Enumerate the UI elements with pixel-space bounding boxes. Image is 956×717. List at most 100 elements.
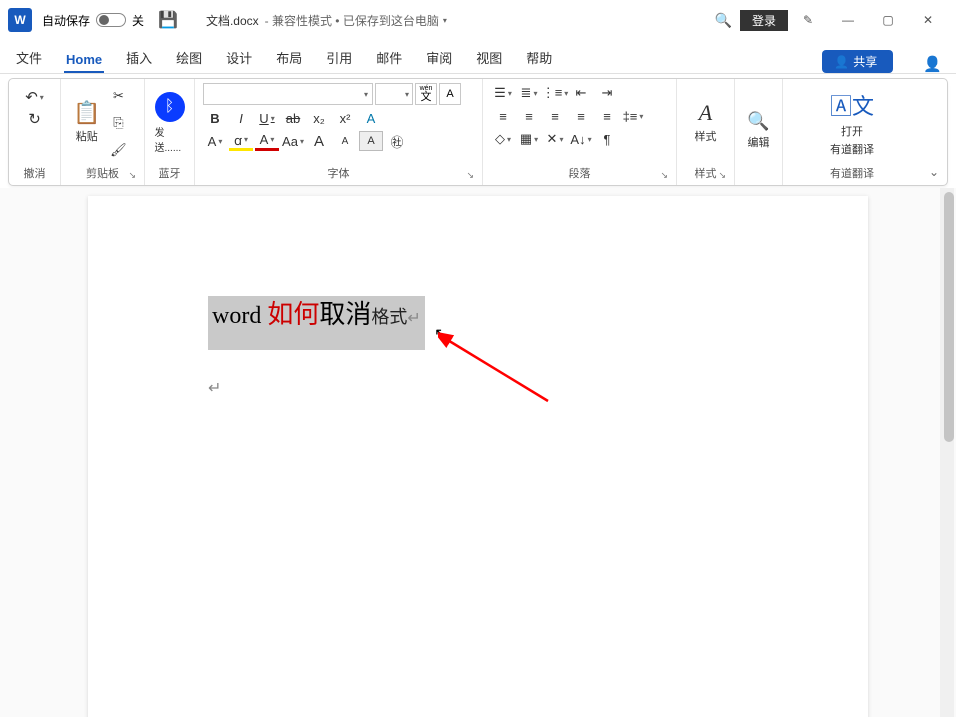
grow-font-button[interactable]: A bbox=[307, 131, 331, 151]
tab-mail[interactable]: 邮件 bbox=[374, 48, 404, 73]
bluetooth-send-button[interactable]: ᛒ 发送...... bbox=[151, 83, 189, 163]
collapse-ribbon-icon[interactable]: ⌄ bbox=[929, 165, 939, 179]
format-painter-button[interactable]: 🖌 bbox=[108, 140, 128, 160]
tab-file[interactable]: 文件 bbox=[14, 48, 44, 73]
share-button[interactable]: 👤 共享 bbox=[822, 50, 893, 73]
undo-button[interactable]: ↶ bbox=[25, 87, 45, 107]
group-font-label: 字体↘ bbox=[203, 163, 474, 183]
collab-icon[interactable]: 👤 bbox=[923, 55, 942, 73]
text-small: 格式 bbox=[371, 307, 407, 327]
arrow-annotation-icon bbox=[438, 331, 558, 411]
text-red: 如何 bbox=[267, 300, 319, 329]
phonetic-guide-button[interactable]: wén文 bbox=[415, 83, 437, 105]
styles-icon: A bbox=[699, 100, 712, 126]
status-chevron-icon[interactable]: ▾ bbox=[443, 16, 447, 25]
align-center-button[interactable]: ≡ bbox=[517, 106, 541, 126]
multilevel-button[interactable]: ⋮≡ bbox=[543, 83, 567, 103]
group-undo-label: 撤消 bbox=[17, 163, 52, 183]
strikethrough-button[interactable]: ab bbox=[281, 108, 305, 128]
return-mark-icon: ↵ bbox=[407, 310, 420, 327]
tab-layout[interactable]: 布局 bbox=[274, 48, 304, 73]
enclose-char-button[interactable]: ㊓ bbox=[385, 131, 409, 151]
group-styles-label: 样式↘ bbox=[685, 163, 726, 183]
tab-review[interactable]: 审阅 bbox=[424, 48, 454, 73]
group-clipboard: 📋 粘贴 ✂ ⎘ 🖌 剪贴板↘ bbox=[61, 79, 145, 185]
scrollbar-thumb[interactable] bbox=[944, 192, 954, 442]
line-spacing-button[interactable]: ‡≡ bbox=[621, 106, 645, 126]
show-marks-button[interactable]: ¶ bbox=[595, 129, 619, 149]
tab-home[interactable]: Home bbox=[64, 52, 104, 73]
font-family-select[interactable] bbox=[203, 83, 373, 105]
launcher-icon[interactable]: ↘ bbox=[718, 170, 726, 181]
copy-button[interactable]: ⎘ bbox=[108, 113, 128, 133]
login-button[interactable]: 登录 bbox=[740, 10, 788, 31]
document-title[interactable]: 文档.docx bbox=[206, 12, 259, 29]
increase-indent-button[interactable]: ⇥ bbox=[595, 83, 619, 103]
sort-button[interactable]: A↓ bbox=[569, 129, 593, 149]
ribbon: ↶ ↻ 撤消 📋 粘贴 ✂ ⎘ 🖌 剪贴板↘ ᛒ 发送...... bbox=[8, 78, 948, 186]
document-status[interactable]: - 兼容性模式 • 已保存到这台电脑 bbox=[265, 12, 439, 29]
text-effects-button[interactable]: A bbox=[359, 108, 383, 128]
underline-button[interactable]: U bbox=[255, 108, 279, 128]
group-bt-label: 蓝牙 bbox=[153, 163, 186, 183]
tab-insert[interactable]: 插入 bbox=[124, 48, 154, 73]
tab-help[interactable]: 帮助 bbox=[524, 48, 554, 73]
launcher-icon[interactable]: ↘ bbox=[660, 170, 668, 181]
italic-button[interactable]: I bbox=[229, 108, 253, 128]
selected-text[interactable]: word 如何取消格式↵ bbox=[208, 296, 425, 350]
autosave-toggle[interactable]: 自动保存 关 bbox=[42, 12, 144, 29]
styles-label: 样式 bbox=[695, 128, 717, 144]
bold-button[interactable]: B bbox=[203, 108, 227, 128]
autosave-label: 自动保存 bbox=[42, 12, 90, 29]
bullets-button[interactable]: ☰ bbox=[491, 83, 515, 103]
launcher-icon[interactable]: ↘ bbox=[128, 170, 136, 181]
translate-label2: 有道翻译 bbox=[830, 141, 874, 157]
font-glow-button[interactable]: A bbox=[203, 131, 227, 151]
close-button[interactable]: ✕ bbox=[908, 4, 948, 36]
align-right-button[interactable]: ≡ bbox=[543, 106, 567, 126]
maximize-button[interactable]: ▢ bbox=[868, 4, 908, 36]
group-translate-label: 有道翻译 bbox=[791, 163, 913, 183]
superscript-button[interactable]: x² bbox=[333, 108, 357, 128]
highlight-button[interactable]: ꭤ bbox=[229, 131, 253, 151]
tab-draw[interactable]: 绘图 bbox=[174, 48, 204, 73]
font-color-button[interactable]: A bbox=[255, 131, 279, 151]
decrease-indent-button[interactable]: ⇤ bbox=[569, 83, 593, 103]
borders-button[interactable]: ▦ bbox=[517, 129, 541, 149]
styles-button[interactable]: A 样式 bbox=[691, 83, 721, 163]
paste-label: 粘贴 bbox=[76, 128, 98, 144]
bluetooth-icon: ᛒ bbox=[155, 92, 185, 122]
search-icon: 🔍 bbox=[747, 111, 769, 132]
launcher-icon[interactable]: ↘ bbox=[466, 170, 474, 181]
asian-layout-button[interactable]: ✕ bbox=[543, 129, 567, 149]
distribute-button[interactable]: ≡ bbox=[595, 106, 619, 126]
tab-design[interactable]: 设计 bbox=[224, 48, 254, 73]
char-border-button[interactable]: A bbox=[439, 83, 461, 105]
group-paragraph: ☰ ≣ ⋮≡ ⇤ ⇥ ≡ ≡ ≡ ≡ ≡ ‡≡ ◇ ▦ ✕ A↓ ¶ 段 bbox=[483, 79, 677, 185]
numbering-button[interactable]: ≣ bbox=[517, 83, 541, 103]
font-size-select[interactable] bbox=[375, 83, 413, 105]
cut-button[interactable]: ✂ bbox=[108, 86, 128, 106]
change-case-button[interactable]: Aa bbox=[281, 131, 305, 151]
tab-view[interactable]: 视图 bbox=[474, 48, 504, 73]
redo-button[interactable]: ↻ bbox=[25, 109, 45, 129]
search-icon[interactable]: 🔍 bbox=[715, 12, 732, 29]
tab-references[interactable]: 引用 bbox=[324, 48, 354, 73]
shrink-font-button[interactable]: A bbox=[333, 131, 357, 151]
group-editing-label bbox=[743, 179, 774, 183]
ribbon-display-button[interactable]: ✎ bbox=[788, 4, 828, 36]
align-left-button[interactable]: ≡ bbox=[491, 106, 515, 126]
editing-button[interactable]: 🔍 编辑 bbox=[743, 83, 773, 179]
subscript-button[interactable]: x₂ bbox=[307, 108, 331, 128]
justify-button[interactable]: ≡ bbox=[569, 106, 593, 126]
minimize-button[interactable]: — bbox=[828, 4, 868, 36]
paste-button[interactable]: 📋 粘贴 bbox=[69, 83, 104, 163]
save-icon[interactable]: 💾 bbox=[158, 10, 178, 30]
document-page[interactable]: word 如何取消格式↵ ↵ ↖ bbox=[88, 196, 868, 717]
title-bar: W 自动保存 关 💾 文档.docx - 兼容性模式 • 已保存到这台电脑 ▾ … bbox=[0, 0, 956, 40]
translate-button[interactable]: 🄰文 打开 有道翻译 bbox=[826, 83, 878, 163]
shading-button[interactable]: ◇ bbox=[491, 129, 515, 149]
char-shading-button[interactable]: A bbox=[359, 131, 383, 151]
translate-label1: 打开 bbox=[841, 123, 863, 139]
autosave-state: 关 bbox=[132, 12, 144, 29]
